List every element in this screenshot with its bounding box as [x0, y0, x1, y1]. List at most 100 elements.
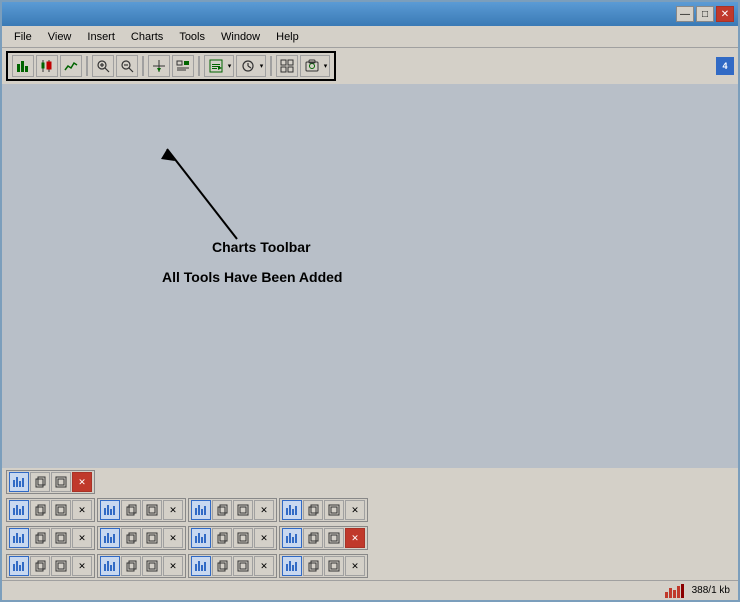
status-chart-icon: [665, 584, 684, 598]
panel-btn-chart-2-1[interactable]: [9, 500, 29, 520]
panel-btn-restore-2-3[interactable]: [233, 500, 253, 520]
panel-btn-restore-3-3[interactable]: [233, 528, 253, 548]
clock-arrow-button[interactable]: ▾: [258, 55, 266, 77]
panel-btn-restore-4-3[interactable]: [233, 556, 253, 576]
snapshot-arrow-button[interactable]: ▾: [322, 55, 330, 77]
panel-btn-restore-1[interactable]: [51, 472, 71, 492]
panel-btn-chart-3-1[interactable]: [9, 528, 29, 548]
candle-button[interactable]: [36, 55, 58, 77]
panel-btn-close-4-4[interactable]: ✕: [345, 556, 365, 576]
panel-btn-chart-4-4[interactable]: [282, 556, 302, 576]
panel-btn-restore-2-4[interactable]: [324, 500, 344, 520]
bar-chart-button[interactable]: [12, 55, 34, 77]
template-button[interactable]: [204, 55, 226, 77]
grid-button[interactable]: [276, 55, 298, 77]
panel-btn-restore-4-1[interactable]: [51, 556, 71, 576]
panel-btn-restore-4-4[interactable]: [324, 556, 344, 576]
panel-btn-copy-3-4[interactable]: [303, 528, 323, 548]
panel-btn-copy-3-1[interactable]: [30, 528, 50, 548]
separator-2: [142, 56, 144, 76]
menu-tools[interactable]: Tools: [171, 29, 213, 45]
panel-group-4-2: ✕: [97, 554, 186, 578]
panel-btn-copy-3-2[interactable]: [121, 528, 141, 548]
maximize-button[interactable]: □: [696, 6, 714, 22]
copy-icon-3-1: [34, 532, 46, 544]
period-button[interactable]: [172, 55, 194, 77]
panel-btn-restore-4-2[interactable]: [142, 556, 162, 576]
separator-4: [270, 56, 272, 76]
panel-btn-copy-4-4[interactable]: [303, 556, 323, 576]
panel-btn-close-3-3[interactable]: ✕: [254, 528, 274, 548]
zoom-in-button[interactable]: [92, 55, 114, 77]
panel-btn-chart-3-4[interactable]: [282, 528, 302, 548]
panel-btn-close-3-1[interactable]: ✕: [72, 528, 92, 548]
panel-btn-chart-4-1[interactable]: [9, 556, 29, 576]
panel-btn-copy-2-1[interactable]: [30, 500, 50, 520]
panel-btn-copy-2-2[interactable]: [121, 500, 141, 520]
panel-btn-restore-2-2[interactable]: [142, 500, 162, 520]
panel-btn-copy-4-1[interactable]: [30, 556, 50, 576]
menu-charts[interactable]: Charts: [123, 29, 171, 45]
zoom-out-button[interactable]: [116, 55, 138, 77]
menu-view[interactable]: View: [40, 29, 80, 45]
menu-window[interactable]: Window: [213, 29, 268, 45]
template-arrow-button[interactable]: ▾: [226, 55, 234, 77]
panel-btn-close-3-4-red[interactable]: ✕: [345, 528, 365, 548]
template-button-group: ▾: [204, 55, 234, 77]
panel-btn-restore-3-2[interactable]: [142, 528, 162, 548]
menu-help[interactable]: Help: [268, 29, 307, 45]
panel-btn-copy-2-4[interactable]: [303, 500, 323, 520]
panel-btn-chart-4-2[interactable]: [100, 556, 120, 576]
line-chart-icon: [64, 59, 78, 73]
statusbar: 388/1 kb: [2, 580, 738, 600]
separator-3: [198, 56, 200, 76]
panel-btn-chart-2-4[interactable]: [282, 500, 302, 520]
panel-btn-restore-3-1[interactable]: [51, 528, 71, 548]
clock-button[interactable]: [236, 55, 258, 77]
panel-btn-copy-1[interactable]: [30, 472, 50, 492]
panel-btn-close-2-2[interactable]: ✕: [163, 500, 183, 520]
panel-btn-restore-3-4[interactable]: [324, 528, 344, 548]
panel-btn-copy-3-3[interactable]: [212, 528, 232, 548]
panel-group-3-3: ✕: [188, 526, 277, 550]
chart-small-icon-2-2: [104, 504, 116, 516]
panel-row-1: ✕: [2, 468, 738, 496]
restore-icon-3-3: [237, 532, 249, 544]
menu-insert[interactable]: Insert: [79, 29, 123, 45]
period-icon: [176, 59, 190, 73]
status-bar-3: [673, 590, 676, 598]
panel-btn-chart-1[interactable]: [9, 472, 29, 492]
panel-btn-restore-2-1[interactable]: [51, 500, 71, 520]
titlebar-controls: — □ ✕: [676, 6, 734, 22]
panel-btn-copy-4-2[interactable]: [121, 556, 141, 576]
minimize-button[interactable]: —: [676, 6, 694, 22]
chart-small-icon-3-1: [13, 532, 25, 544]
panel-btn-close-2-3[interactable]: ✕: [254, 500, 274, 520]
panel-btn-close-1[interactable]: ✕: [72, 472, 92, 492]
panel-btn-close-4-1[interactable]: ✕: [72, 556, 92, 576]
panel-btn-chart-3-2[interactable]: [100, 528, 120, 548]
crosshair-button[interactable]: [148, 55, 170, 77]
panel-btn-chart-2-2[interactable]: [100, 500, 120, 520]
line-chart-button[interactable]: [60, 55, 82, 77]
panel-btn-chart-2-3[interactable]: [191, 500, 211, 520]
menu-file[interactable]: File: [6, 29, 40, 45]
restore-icon-4-2: [146, 560, 158, 572]
main-content: Charts Toolbar All Tools Have Been Added: [2, 84, 738, 468]
panel-btn-copy-4-3[interactable]: [212, 556, 232, 576]
panel-btn-chart-4-3[interactable]: [191, 556, 211, 576]
panel-btn-chart-3-3[interactable]: [191, 528, 211, 548]
panel-btn-close-4-3[interactable]: ✕: [254, 556, 274, 576]
panel-btn-close-3-2[interactable]: ✕: [163, 528, 183, 548]
restore-icon-2-3: [237, 504, 249, 516]
panel-btn-close-4-2[interactable]: ✕: [163, 556, 183, 576]
close-button[interactable]: ✕: [716, 6, 734, 22]
chart-small-icon-3-2: [104, 532, 116, 544]
all-tools-label: All Tools Have Been Added: [162, 269, 342, 285]
panel-btn-close-2-1[interactable]: ✕: [72, 500, 92, 520]
panel-btn-close-2-4[interactable]: ✕: [345, 500, 365, 520]
restore-icon-1: [55, 476, 67, 488]
panel-btn-copy-2-3[interactable]: [212, 500, 232, 520]
restore-icon-3-4: [328, 532, 340, 544]
snapshot-button[interactable]: [300, 55, 322, 77]
